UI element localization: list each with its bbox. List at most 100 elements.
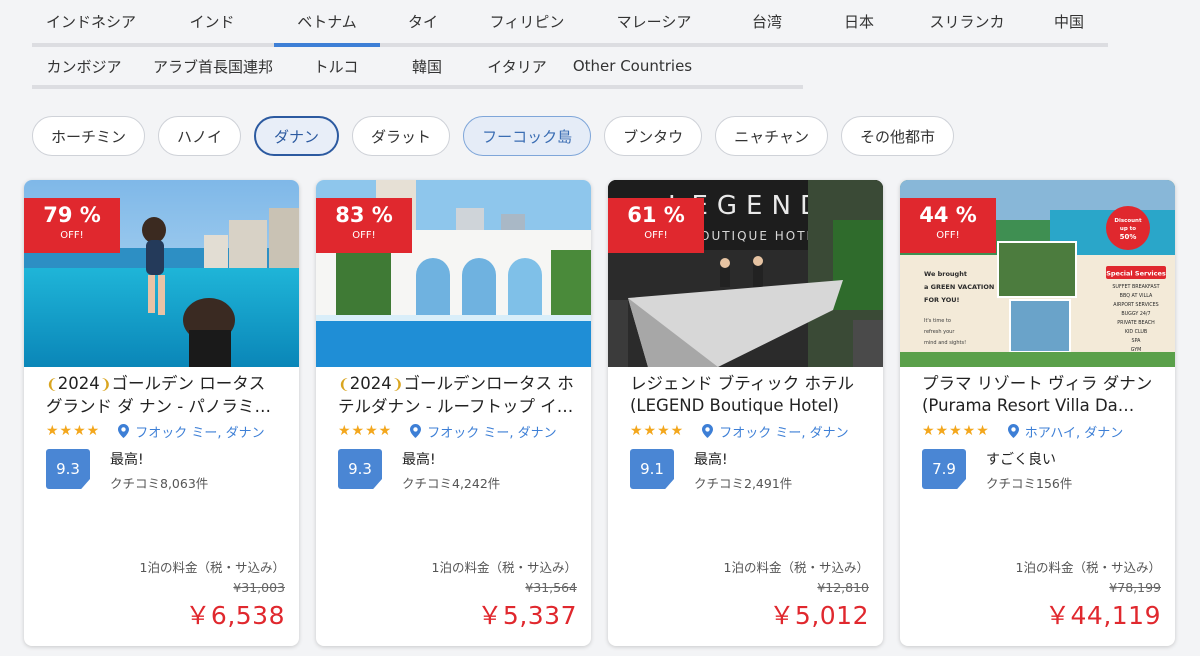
star-rating: ★★★★★ <box>922 423 990 439</box>
city-chip[interactable]: ニャチャン <box>715 116 828 156</box>
discount-badge: 61 % OFF! <box>608 198 704 253</box>
location-pin-icon <box>1007 424 1019 438</box>
tab-country[interactable]: インド <box>150 0 274 43</box>
hotel-photo: 83 % OFF! <box>316 180 591 367</box>
promo-headline-line: a GREEN VACATION <box>924 283 994 291</box>
country-tabs-row-2: カンボジア アラブ首長国連邦 トルコ 韓国 イタリア Other Countries <box>32 47 803 89</box>
rating-label: すごく良い <box>986 452 1056 468</box>
sale-price: ￥44,119 <box>1045 601 1161 630</box>
hotel-name[interactable]: レジェンド ブティック ホテル (LEGEND Boutique Hotel) <box>630 373 869 417</box>
award-laurel-icon: ❩ <box>99 377 112 393</box>
discount-badge: 44 % OFF! <box>900 198 996 253</box>
promo-service-item: BUGGY 24/7 <box>1121 311 1150 317</box>
tab-country[interactable]: スリランカ <box>904 0 1030 43</box>
original-price: ¥31,003 <box>233 580 285 595</box>
hotel-name[interactable]: ❨2024❩ゴールデン ロータス グランド ダ ナン - パノラミック インフィ… <box>46 373 285 417</box>
review-score: 7.9 <box>922 449 966 489</box>
star-rating: ★★★★ <box>630 423 685 439</box>
location-pin-icon <box>702 424 714 438</box>
hotel-card[interactable]: Discount up to 50% Special Services SUFF… <box>900 180 1175 646</box>
review-count: クチコミ156件 <box>986 476 1073 491</box>
price-label: 1泊の料金（税・サ込み） <box>1015 560 1161 575</box>
city-chip[interactable]: ダラット <box>352 116 451 156</box>
tab-country[interactable]: 中国 <box>1030 0 1108 43</box>
tab-country[interactable]: 日本 <box>814 0 904 43</box>
original-price: ¥78,199 <box>1109 580 1161 595</box>
hotel-card-list: 79 % OFF! ❨2024❩ゴールデン ロータス グランド ダ ナン - パ… <box>24 180 1175 646</box>
discount-badge: 79 % OFF! <box>24 198 120 253</box>
hotel-location[interactable]: フオック ミー, ダナン <box>118 422 265 441</box>
hotel-name[interactable]: プラマ リゾート ヴィラ ダナン (Purama Resort Villa Da… <box>922 373 1161 417</box>
star-rating: ★★★★ <box>46 423 101 439</box>
rating-label: 最高! <box>402 452 436 468</box>
price-label: 1泊の料金（税・サ込み） <box>723 560 869 575</box>
promo-sub-line: It's time to <box>924 318 951 324</box>
hotel-photo: 79 % OFF! <box>24 180 299 367</box>
promo-service-item: AIRPORT SERVICES <box>1113 302 1158 308</box>
promo-sub-line: mind and sights! <box>924 340 966 346</box>
tab-country[interactable]: 韓国 <box>382 47 472 85</box>
promo-sub-line: refresh your <box>924 329 955 335</box>
city-chip[interactable]: ハノイ <box>158 116 242 156</box>
review-score: 9.1 <box>630 449 674 489</box>
tab-country[interactable]: フィリピン <box>466 0 588 43</box>
tab-country[interactable]: 台湾 <box>720 0 814 43</box>
city-chip[interactable]: ブンタウ <box>604 116 703 156</box>
hotel-photo: LEGEND OUTIQUE HOTEL 61 % OFF! <box>608 180 883 367</box>
hotel-location[interactable]: ホアハイ, ダナン <box>1007 422 1123 441</box>
tab-country[interactable]: ベトナム <box>274 0 380 47</box>
tab-country[interactable]: インドネシア <box>32 0 150 43</box>
tab-country[interactable]: マレーシア <box>588 0 720 43</box>
tab-country[interactable]: カンボジア <box>32 47 136 85</box>
promo-service-item: SPA <box>1132 338 1142 344</box>
hotel-photo: Discount up to 50% Special Services SUFF… <box>900 180 1175 367</box>
promo-service-item: GYM <box>1131 347 1142 353</box>
rating-label: 最高! <box>694 452 728 468</box>
promo-badge-line: 50% <box>1120 233 1137 241</box>
hotel-name[interactable]: ❨2024❩ゴールデンロータス ホテルダナン - ルーフトップ インフィニティプ… <box>338 373 577 417</box>
sale-price: ￥5,337 <box>477 601 577 630</box>
review-score: 9.3 <box>338 449 382 489</box>
promo-badge-line: up to <box>1120 226 1136 232</box>
promo-service-item: BBQ AT VILLA <box>1120 293 1153 299</box>
review-count: クチコミ2,491件 <box>694 476 793 491</box>
tab-country[interactable]: アラブ首長国連邦 <box>136 47 290 85</box>
tab-country[interactable]: トルコ <box>290 47 382 85</box>
award-laurel-icon: ❩ <box>391 377 404 393</box>
city-chip[interactable]: その他都市 <box>840 116 954 156</box>
hotel-card[interactable]: 83 % OFF! ❨2024❩ゴールデンロータス ホテルダナン - ルーフトッ… <box>316 180 591 646</box>
city-chip[interactable]: ダナン <box>254 116 340 156</box>
promo-service-item: PRIVATE BEACH <box>1117 320 1155 326</box>
hotel-location[interactable]: フオック ミー, ダナン <box>410 422 557 441</box>
location-pin-icon <box>118 424 130 438</box>
hotel-card[interactable]: LEGEND OUTIQUE HOTEL 61 % OFF! レジェンド ブティ… <box>608 180 883 646</box>
price-label: 1泊の料金（税・サ込み） <box>139 560 285 575</box>
city-filter-chips: ホーチミン ハノイ ダナン ダラット フーコック島 ブンタウ ニャチャン その他都市 <box>32 116 954 156</box>
location-pin-icon <box>410 424 422 438</box>
promo-headline-line: We brought <box>924 270 967 278</box>
hotel-card[interactable]: 79 % OFF! ❨2024❩ゴールデン ロータス グランド ダ ナン - パ… <box>24 180 299 646</box>
review-count: クチコミ8,063件 <box>110 476 209 491</box>
hotel-location[interactable]: フオック ミー, ダナン <box>702 422 849 441</box>
promo-service-item: KID CLUB <box>1125 329 1147 335</box>
tab-country[interactable]: イタリア <box>472 47 562 85</box>
country-tabs-row-1: インドネシア インド ベトナム タイ フィリピン マレーシア 台湾 日本 スリランカ 中国 <box>32 0 1108 47</box>
tab-country[interactable]: Other Countries <box>562 47 703 85</box>
promo-services-title: Special Services <box>1106 270 1166 278</box>
promo-headline-line: FOR YOU! <box>924 296 960 304</box>
original-price: ¥12,810 <box>817 580 869 595</box>
award-laurel-icon: ❨ <box>46 377 58 393</box>
price-label: 1泊の料金（税・サ込み） <box>431 560 577 575</box>
sale-price: ￥6,538 <box>185 601 285 630</box>
award-laurel-icon: ❨ <box>338 377 350 393</box>
discount-badge: 83 % OFF! <box>316 198 412 253</box>
rating-label: 最高! <box>110 452 144 468</box>
city-chip[interactable]: フーコック島 <box>463 116 592 156</box>
review-count: クチコミ4,242件 <box>402 476 501 491</box>
tab-country[interactable]: タイ <box>380 0 466 43</box>
review-score: 9.3 <box>46 449 90 489</box>
star-rating: ★★★★ <box>338 423 393 439</box>
city-chip[interactable]: ホーチミン <box>32 116 146 156</box>
original-price: ¥31,564 <box>525 580 577 595</box>
sale-price: ￥5,012 <box>769 601 869 630</box>
